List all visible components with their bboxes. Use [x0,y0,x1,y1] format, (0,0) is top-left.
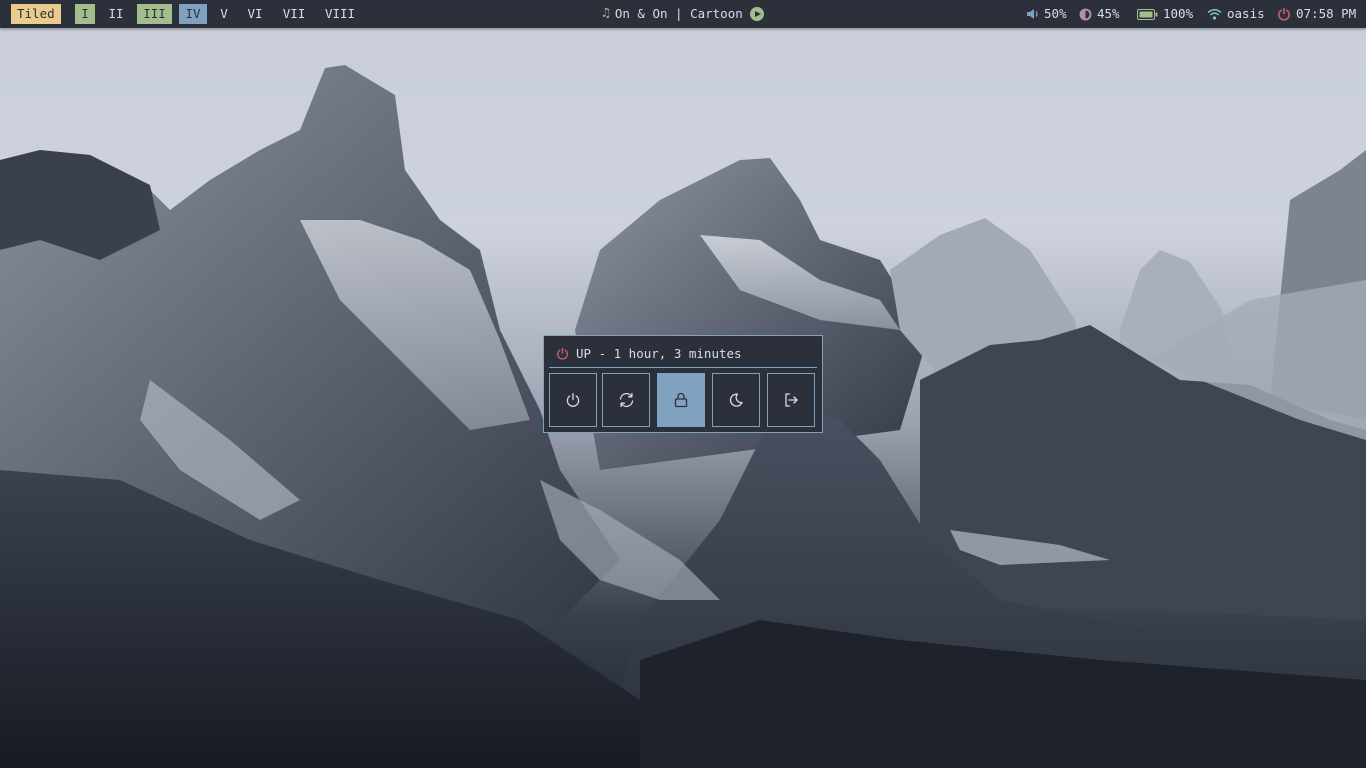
workspace-4[interactable]: IV [179,4,207,24]
workspace-2[interactable]: II [105,4,127,24]
volume-indicator[interactable]: 50% [1026,0,1067,28]
power-icon [1278,7,1290,21]
speaker-icon [1027,9,1038,19]
workspace-3[interactable]: III [137,4,172,24]
lock-button[interactable] [657,373,705,427]
brightness-icon [1079,8,1092,20]
uptime-text: UP - 1 hour, 3 minutes [576,346,742,361]
reboot-button[interactable] [602,373,650,427]
workspace-8[interactable]: VIII [322,4,358,24]
clock-indicator[interactable]: 07:58 PM [1277,0,1356,28]
lock-icon [674,392,688,408]
workspace-1[interactable]: I [75,4,95,24]
music-note-icon: ♫ [602,6,610,21]
top-status-bar: Tiled I II III IV V VI VII VIII ♫ On & O… [0,0,1366,28]
power-menu: UP - 1 hour, 3 minutes [543,335,823,433]
volume-value: 50% [1044,6,1067,21]
logout-button[interactable] [767,373,815,427]
shutdown-button[interactable] [549,373,597,427]
network-indicator[interactable]: oasis [1207,0,1265,28]
play-icon[interactable] [749,7,764,21]
layout-indicator[interactable]: Tiled [11,4,61,24]
battery-icon [1137,8,1158,20]
battery-value: 100% [1163,6,1194,21]
suspend-button[interactable] [712,373,760,427]
workspace-6[interactable]: VI [244,4,266,24]
workspace-5[interactable]: V [216,4,232,24]
media-player[interactable]: ♫ On & On | Cartoon [602,0,764,28]
brightness-value: 45% [1097,6,1120,21]
workspace-7[interactable]: VII [279,4,309,24]
brightness-indicator[interactable]: 45% [1079,0,1120,28]
wifi-icon [1207,9,1222,20]
uptime-header: UP - 1 hour, 3 minutes [556,346,742,361]
clock-time: 07:58 PM [1296,6,1357,21]
battery-indicator[interactable]: 100% [1137,0,1193,28]
divider [549,367,817,368]
power-icon [566,393,580,407]
logout-icon [785,393,798,407]
refresh-icon [619,392,633,408]
power-icon [557,347,568,360]
now-playing-text: On & On | Cartoon [614,6,743,21]
moon-icon [729,393,743,407]
network-name: oasis [1227,6,1265,21]
